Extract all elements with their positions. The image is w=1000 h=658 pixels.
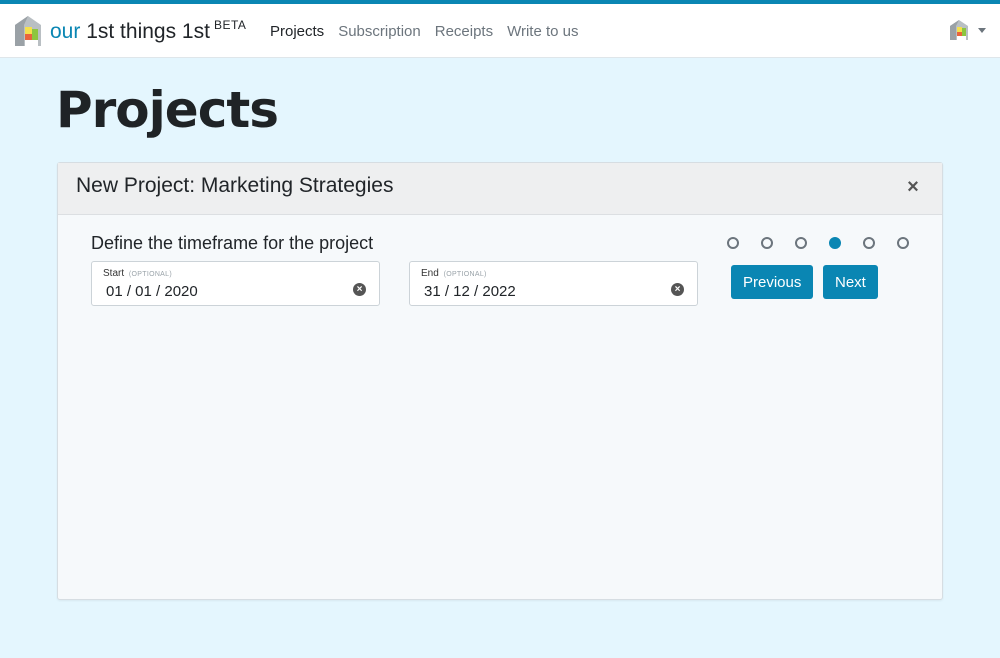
- step-instruction: Define the timeframe for the project: [91, 233, 374, 253]
- house-logo-icon: [15, 16, 41, 46]
- step-dot-6[interactable]: [897, 237, 909, 249]
- start-date-input[interactable]: [106, 283, 326, 300]
- step-indicator: [727, 237, 931, 249]
- clear-circle-icon[interactable]: ×: [353, 283, 366, 296]
- start-label-text: Start: [103, 268, 125, 279]
- nav-receipts[interactable]: Receipts: [428, 23, 500, 40]
- main-nav: Projects Subscription Receipts Write to …: [263, 4, 586, 58]
- start-optional-text: (OPTIONAL): [128, 271, 172, 278]
- navbar: our 1st things 1st BETA Projects Subscrip…: [0, 4, 1000, 58]
- chevron-down-icon: [978, 27, 986, 33]
- start-label: Start (OPTIONAL): [103, 268, 172, 279]
- step-dot-1[interactable]: [727, 237, 739, 249]
- card-header: New Project: Marketing Strategies ×: [58, 163, 942, 215]
- end-optional-text: (OPTIONAL): [443, 271, 487, 278]
- start-date-field[interactable]: Start (OPTIONAL) ×: [91, 261, 380, 306]
- brand-our: our: [50, 20, 81, 43]
- previous-button[interactable]: Previous: [731, 265, 814, 299]
- next-button[interactable]: Next: [823, 265, 878, 299]
- new-project-card: New Project: Marketing Strategies × Defi…: [57, 162, 943, 600]
- user-menu-toggle[interactable]: [949, 19, 986, 41]
- page-title: Projects: [56, 81, 279, 139]
- step-dot-2[interactable]: [761, 237, 773, 249]
- brand-rest: 1st things 1st: [86, 20, 210, 43]
- nav-projects[interactable]: Projects: [263, 23, 331, 40]
- step-dot-5[interactable]: [863, 237, 875, 249]
- step-dot-4[interactable]: [829, 237, 841, 249]
- card-title: New Project: Marketing Strategies: [76, 174, 394, 197]
- end-date-field[interactable]: End (OPTIONAL) ×: [409, 261, 698, 306]
- close-icon[interactable]: ×: [904, 177, 922, 197]
- nav-write-to-us[interactable]: Write to us: [500, 23, 585, 40]
- user-house-icon: [950, 20, 968, 40]
- beta-badge: BETA: [213, 18, 247, 32]
- nav-subscription[interactable]: Subscription: [331, 23, 428, 40]
- brand[interactable]: our 1st things 1st BETA: [14, 15, 246, 51]
- end-date-input[interactable]: [424, 283, 644, 300]
- brand-name: our 1st things 1st BETA: [50, 15, 246, 51]
- clear-circle-icon[interactable]: ×: [671, 283, 684, 296]
- step-dot-3[interactable]: [795, 237, 807, 249]
- end-label-text: End: [421, 268, 439, 279]
- end-label: End (OPTIONAL): [421, 268, 487, 279]
